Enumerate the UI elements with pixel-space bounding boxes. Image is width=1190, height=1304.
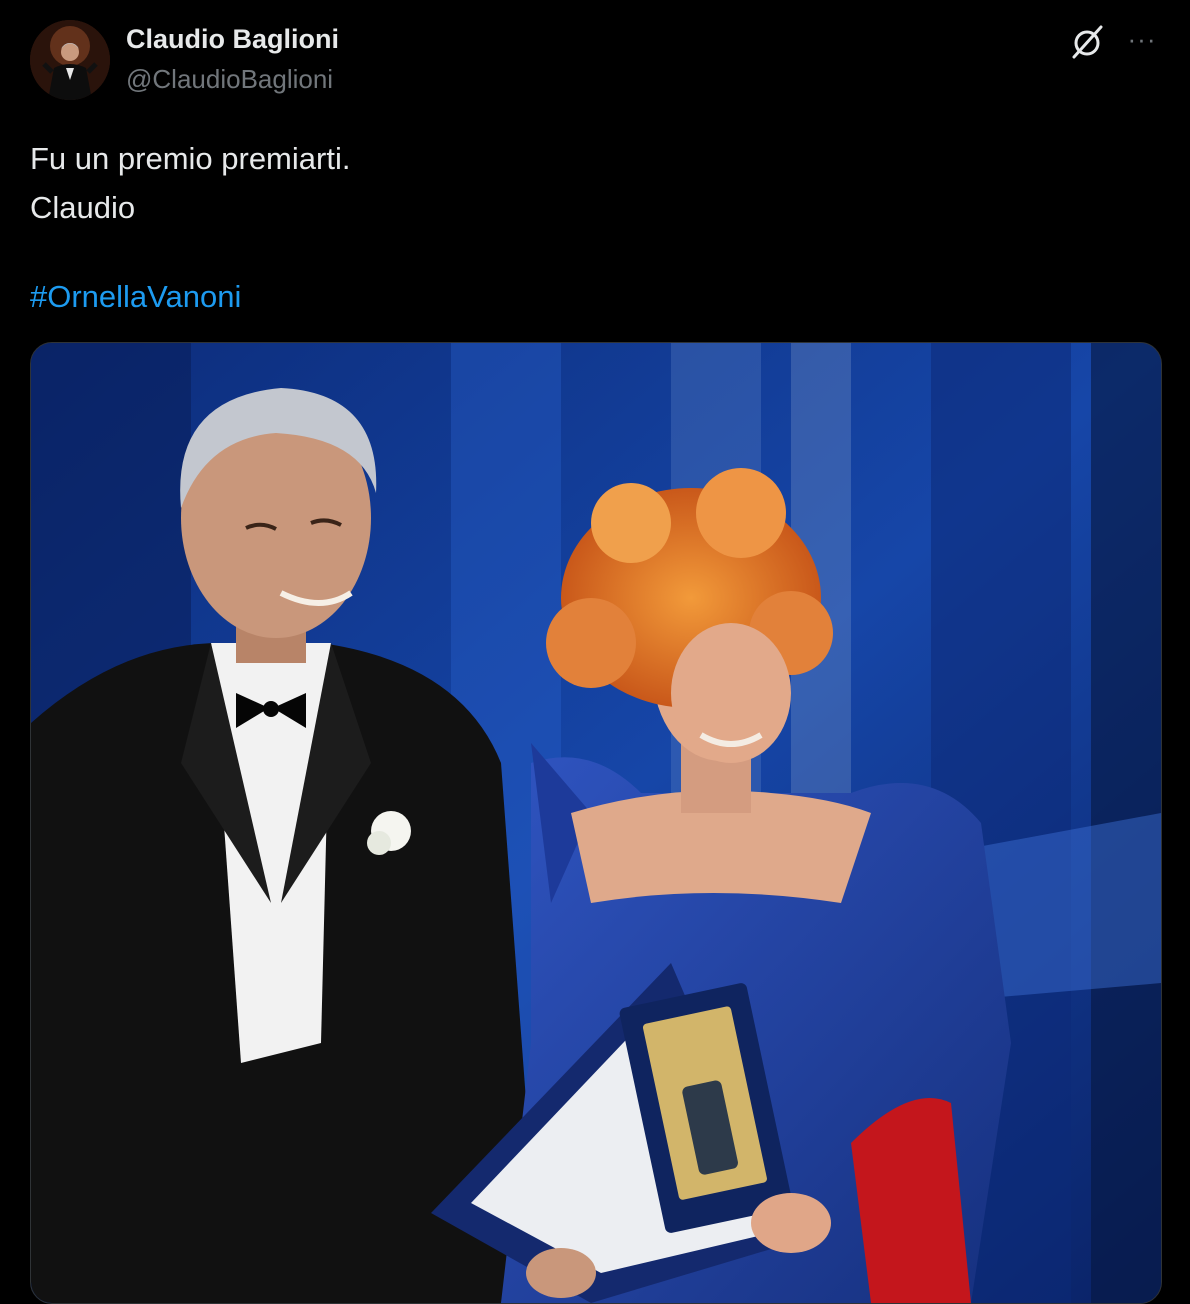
tweet-photo[interactable] <box>30 342 1162 1304</box>
tweet-text-line: Claudio <box>30 190 136 225</box>
more-icon[interactable]: ··· <box>1122 24 1162 54</box>
author-name[interactable]: Claudio Baglioni <box>126 24 339 55</box>
hashtag-link[interactable]: #OrnellaVanoni <box>30 272 241 321</box>
tweet-text: Fu un premio premiarti. Claudio <box>30 134 1150 232</box>
grok-icon[interactable] <box>1068 22 1108 62</box>
author-handle[interactable]: @ClaudioBaglioni <box>126 64 333 95</box>
avatar[interactable] <box>30 20 110 100</box>
tweet-text-line: Fu un premio premiarti. <box>30 141 351 176</box>
tweet: Claudio Baglioni @ClaudioBaglioni ··· Fu… <box>0 0 1190 1304</box>
